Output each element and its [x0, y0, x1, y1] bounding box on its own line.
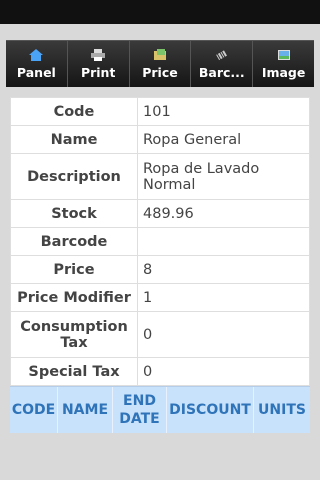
product-details: Code 101 Name Ropa General Description R…	[10, 97, 310, 433]
table-row: Special Tax 0	[10, 357, 310, 386]
table-row: Description Ropa de Lavado Normal	[10, 153, 310, 200]
barcode-icon	[215, 49, 227, 60]
home-icon	[29, 48, 44, 61]
field-value: 1	[137, 283, 310, 312]
print-button-label: Print	[80, 64, 116, 80]
field-value: 101	[137, 97, 310, 126]
field-label: Price Modifier	[10, 283, 138, 312]
price-tag-icon	[153, 48, 166, 60]
table-row: Stock 489.96	[10, 199, 310, 228]
price-button[interactable]: Price	[129, 41, 192, 87]
field-label: Code	[10, 97, 138, 126]
barcode-button[interactable]: Barc...	[191, 41, 254, 87]
price-button-label: Price	[142, 64, 178, 80]
field-label: Special Tax	[10, 357, 138, 386]
panel-button-label: Panel	[16, 64, 56, 80]
print-button[interactable]: Print	[67, 41, 130, 87]
column-header-name: NAME	[58, 387, 113, 433]
field-label: Barcode	[10, 227, 138, 256]
barcode-button-label: Barc...	[198, 64, 245, 80]
action-toolbar: Panel Print Price Barc... Image	[6, 40, 314, 87]
field-label: Stock	[10, 199, 138, 228]
field-value: 0	[137, 311, 310, 358]
field-value: Ropa de Lavado Normal	[137, 153, 310, 200]
column-header-code: CODE	[10, 387, 58, 433]
image-icon	[277, 49, 290, 60]
panel-button[interactable]: Panel	[6, 41, 68, 87]
field-label: Price	[10, 255, 138, 284]
field-label: Name	[10, 125, 138, 154]
image-button[interactable]: Image	[253, 41, 314, 87]
column-header-units: UNITS	[258, 402, 306, 418]
details-table: Code 101 Name Ropa General Description R…	[10, 97, 310, 386]
image-button-label: Image	[261, 64, 306, 80]
table-row: Consumption Tax 0	[10, 311, 310, 358]
table-row: Name Ropa General	[10, 125, 310, 154]
field-label: Consumption Tax	[10, 311, 138, 358]
discount-table-header: CODE NAME END DATE DISCOUNT UNITS	[10, 386, 310, 433]
field-label: Description	[10, 153, 138, 200]
printer-icon	[91, 48, 106, 61]
column-header-discount: DISCOUNT	[167, 387, 254, 433]
field-value	[137, 227, 310, 256]
field-value: 489.96	[137, 199, 310, 228]
status-bar	[0, 0, 320, 24]
column-header-end-date: END DATE	[113, 387, 167, 433]
field-value: Ropa General	[137, 125, 310, 154]
table-row: Price Modifier 1	[10, 283, 310, 312]
table-row: Price 8	[10, 255, 310, 284]
table-row: Code 101	[10, 97, 310, 126]
table-row: Barcode	[10, 227, 310, 256]
field-value: 0	[137, 357, 310, 386]
field-value: 8	[137, 255, 310, 284]
